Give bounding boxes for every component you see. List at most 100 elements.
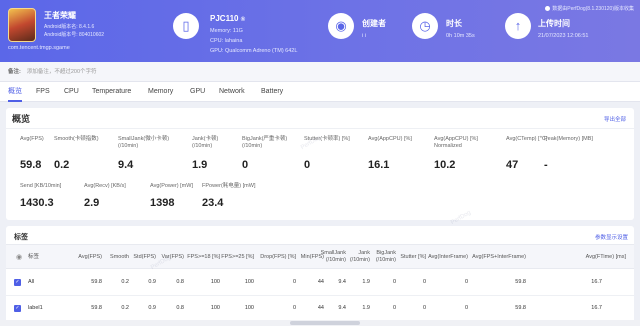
tab-fps[interactable]: FPS <box>36 82 50 102</box>
note-bar[interactable]: 备注: 添加备注，不超过200个字符 <box>0 62 640 82</box>
metric-value: 1398 <box>150 197 175 209</box>
clock-icon: ◷ <box>412 13 438 39</box>
android-version: Android版本名: 8.4.1.6 <box>44 24 95 30</box>
creator-value: i i <box>362 33 366 39</box>
table-cell: 0 <box>392 305 396 311</box>
metric-value: 2.9 <box>84 197 100 209</box>
metric-value: 0.2 <box>54 159 70 171</box>
tab-cpu[interactable]: CPU <box>64 82 79 102</box>
metric-label: Jank(卡顿) (/10min) <box>192 136 219 149</box>
user-icon: ◉ <box>328 13 354 39</box>
metric-value: 47 <box>506 159 519 171</box>
column-header: Smooth <box>110 254 129 260</box>
metric-label: Avg(Power) [mW] <box>150 183 193 189</box>
duration-label: 时长 <box>446 19 462 28</box>
metric-value: 23.4 <box>202 197 224 209</box>
column-header: Avg(FTime) [ms] <box>585 254 626 260</box>
table-cell: 0 <box>292 305 296 311</box>
label-table: 标签 参数显示设置 ◉ 标签 Avg(FPS) Smooth Std(FPS) Var(… <box>6 226 634 326</box>
table-row: ✓ label1 59.8 0.2 0.9 0.8 100 100 0 44 9.4 1.9 0 0 0 59… <box>6 296 634 322</box>
table-cell: 44 <box>317 305 324 311</box>
table-cell: 0 <box>292 279 296 285</box>
app-icon <box>8 8 36 42</box>
row-checkbox[interactable]: ✓ <box>14 279 21 286</box>
table-cell: 59.8 <box>91 305 102 311</box>
table-cell: 1.9 <box>362 305 370 311</box>
tab-gpu[interactable]: GPU <box>190 82 205 102</box>
table-cell: 9.4 <box>338 279 346 285</box>
table-cell: 0.8 <box>176 279 184 285</box>
table-cell: 0.9 <box>148 305 156 311</box>
column-header: Stutter [%] <box>400 254 426 260</box>
column-header: 标签 <box>28 254 40 260</box>
metric-label: Avg(Recv) [KB/s] <box>84 183 126 189</box>
table-cell: 100 <box>210 305 220 311</box>
metric-label: BigJank(严重卡顿) (/10min) <box>242 136 288 149</box>
table-cell: 1.9 <box>362 279 370 285</box>
table-cell: 100 <box>244 279 254 285</box>
row-label: label1 <box>28 305 43 311</box>
metric-value: 9.4 <box>118 159 134 171</box>
column-header: Drop(FPS) [%] <box>260 254 296 260</box>
device-cpu: CPU: lahaina <box>210 38 243 44</box>
tab-battery[interactable]: Battery <box>261 82 283 102</box>
metric-label: Peak(Memory) [MB] <box>544 136 593 142</box>
table-cell: 44 <box>317 279 324 285</box>
table-cell: 59.8 <box>515 305 526 311</box>
table-header-row: ◉ 标签 Avg(FPS) Smooth Std(FPS) Var(FPS) FPS>=1… <box>6 244 634 269</box>
table-cell: 100 <box>244 305 254 311</box>
app-name: 王者荣耀 <box>44 11 76 20</box>
column-header: SmallJank (/10min) <box>320 250 346 263</box>
table-cell: 16.7 <box>591 305 602 311</box>
metric-value: - <box>544 159 548 171</box>
column-header: FPS>=18 [%] <box>187 254 220 260</box>
device-name: PJC110 ® <box>210 14 246 23</box>
table-cell: 0 <box>422 279 426 285</box>
metric-value: 16.1 <box>368 159 390 171</box>
table-cell: 0.8 <box>176 305 184 311</box>
eye-icon[interactable]: ◉ <box>16 253 22 261</box>
row-checkbox[interactable]: ✓ <box>14 305 21 312</box>
metric-label: SmallJank(微小卡顿) (/10min) <box>118 136 170 149</box>
report-header: 王者荣耀 Android版本名: 8.4.1.6 Android版本号: 804… <box>0 0 640 62</box>
table-cell: 100 <box>210 279 220 285</box>
package-name: com.tencent.tmgp.sgame <box>8 45 70 51</box>
tab-network[interactable]: Network <box>219 82 245 102</box>
metric-label: Avg(CTemp) [℃] <box>506 136 548 142</box>
metric-value: 59.8 <box>20 159 42 171</box>
column-header: Std(FPS) <box>133 254 156 260</box>
metric-value: 1430.3 <box>20 197 54 209</box>
table-cell: 0.9 <box>148 279 156 285</box>
table-cell: 0 <box>464 305 468 311</box>
tab-overview[interactable]: 概览 <box>8 82 22 102</box>
tab-temperature[interactable]: Temperature <box>92 82 131 102</box>
scrollbar-thumb[interactable] <box>290 321 360 325</box>
card-divider <box>6 128 634 129</box>
collect-tip: 数据由PerfDog(8.1.230120)版本收集 <box>545 5 634 12</box>
duration-value: 0h 10m 35s <box>446 33 475 39</box>
table-cell: 0 <box>392 279 396 285</box>
metric-value: 1.9 <box>192 159 208 171</box>
horizontal-scrollbar[interactable] <box>0 320 640 326</box>
metric-label: Avg(FPS) <box>20 136 44 142</box>
metric-value: 0 <box>242 159 249 171</box>
table-row: ✓ All 59.8 0.2 0.9 0.8 100 100 0 44 9.4 1.9 0 0 0 59.8 1… <box>6 270 634 296</box>
export-all-link[interactable]: 导出全部 <box>604 115 626 123</box>
column-header: Avg(FPS+InterFrame) <box>472 254 526 260</box>
column-header: Avg(FPS) <box>78 254 102 260</box>
device-gpu: GPU: Qualcomm Adreno (TM) 642L <box>210 48 298 54</box>
note-label: 备注: <box>8 69 21 75</box>
metric-value: 0 <box>304 159 311 171</box>
note-placeholder: 添加备注，不超过200个字符 <box>26 69 97 75</box>
metric-label: FPower(耗电量) [mW] <box>202 183 256 189</box>
table-cell: 16.7 <box>591 279 602 285</box>
device-memory: Memory: 11G <box>210 28 243 34</box>
column-settings-link[interactable]: 参数显示设置 <box>595 233 628 241</box>
device-icon: ▯ <box>173 13 199 39</box>
column-header: Avg(InterFrame) <box>428 254 468 260</box>
metric-label: Smooth(卡顿指数) <box>54 136 99 142</box>
table-cell: 0.2 <box>121 305 129 311</box>
tab-memory[interactable]: Memory <box>148 82 173 102</box>
android-code: Android版本号: 804010602 <box>44 32 105 38</box>
table-cell: 0 <box>422 305 426 311</box>
